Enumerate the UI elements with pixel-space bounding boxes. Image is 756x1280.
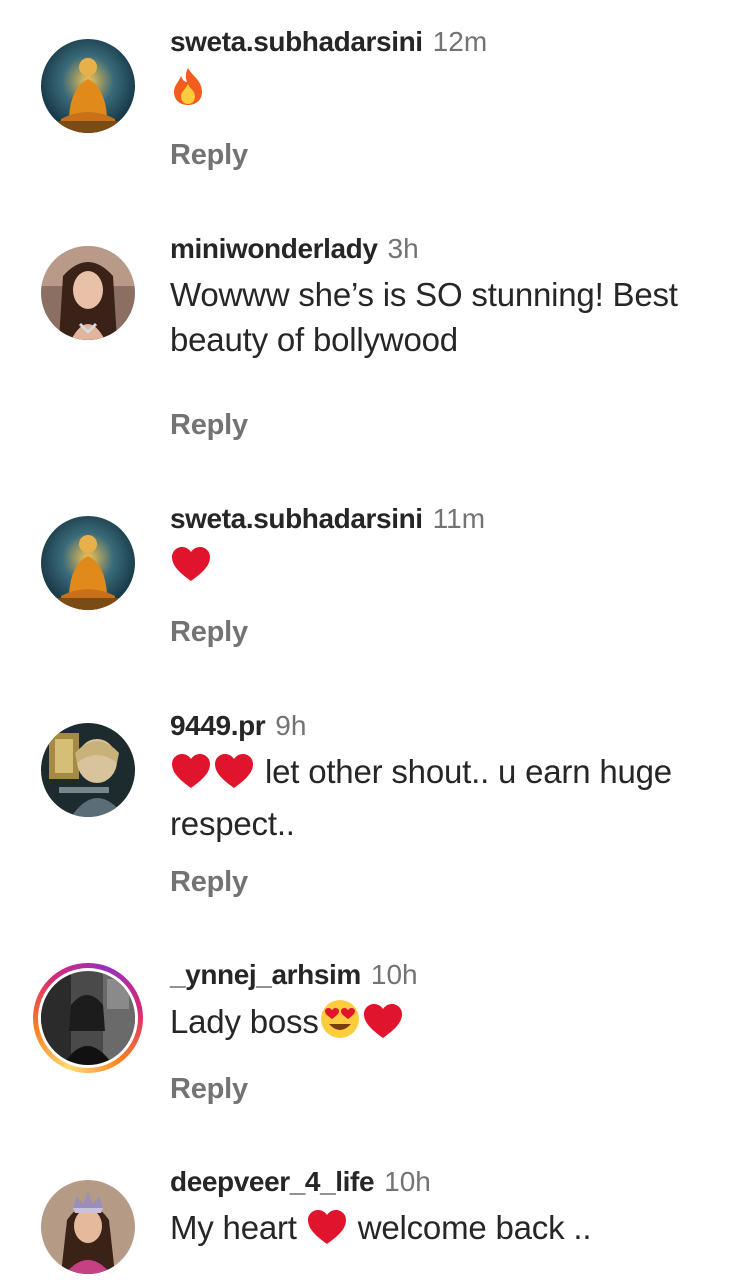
comment-text-line: My heart — [170, 1209, 306, 1246]
comment-username[interactable]: sweta.subhadarsini — [170, 503, 423, 534]
comment-text-line: Lady boss — [170, 1003, 319, 1040]
avatar[interactable] — [41, 1180, 135, 1274]
comment-text — [170, 65, 736, 117]
comment-timestamp: 9h — [275, 710, 307, 741]
red-heart-icon — [213, 752, 255, 801]
woman-avatar-image — [41, 246, 135, 340]
comment-timestamp: 3h — [387, 233, 419, 264]
fire-icon — [170, 66, 206, 117]
comment-text: Lady boss — [170, 998, 736, 1051]
comment-username[interactable]: _ynnej_arhsim — [170, 959, 361, 990]
story-ring[interactable] — [33, 963, 143, 1073]
reply-button[interactable]: Reply — [170, 865, 248, 899]
red-heart-icon — [170, 752, 212, 801]
reply-button[interactable]: Reply — [170, 615, 248, 649]
reply-button[interactable]: Reply — [170, 1072, 248, 1106]
buddha-avatar-image — [41, 516, 135, 610]
avatar[interactable] — [41, 516, 135, 610]
comment-text — [170, 542, 736, 594]
comment-timestamp: 11m — [432, 503, 486, 534]
comment-timestamp: 10h — [384, 1166, 431, 1197]
avatar[interactable] — [41, 971, 135, 1065]
red-heart-icon — [306, 1208, 348, 1257]
red-heart-icon — [362, 1002, 404, 1051]
woman-bw-avatar-image — [41, 971, 135, 1065]
comment-text-line: welcome back .. — [348, 1209, 592, 1246]
buddha-avatar-image — [41, 39, 135, 133]
comment-text: My heart welcome back .. — [170, 1205, 736, 1257]
comment-username[interactable]: miniwonderlady — [170, 233, 378, 264]
comment-text-line: let other shout.. u earn huge — [256, 753, 672, 790]
avatar[interactable] — [41, 39, 135, 133]
child-avatar-image — [41, 723, 135, 817]
comment-text-line: beauty of bollywood — [170, 321, 458, 358]
comment-text: let other shout.. u earn huge respect.. — [170, 749, 736, 846]
comment-username[interactable]: sweta.subhadarsini — [170, 26, 423, 57]
comment-text: Wowww she’s is SO stunning! Best beauty … — [170, 272, 736, 362]
avatar[interactable] — [41, 723, 135, 817]
reply-button[interactable]: Reply — [170, 138, 248, 172]
crowned-woman-avatar-image — [41, 1180, 135, 1274]
comment-timestamp: 10h — [370, 959, 418, 990]
comment-username[interactable]: deepveer_4_life — [170, 1166, 375, 1197]
comment-text-line: Wowww she’s is SO stunning! Best — [170, 276, 678, 313]
comment-username[interactable]: 9449.pr — [170, 710, 266, 741]
red-heart-icon — [170, 545, 212, 594]
comment-timestamp: 12m — [432, 26, 488, 57]
reply-button[interactable]: Reply — [170, 408, 248, 442]
comment-text-line: respect.. — [170, 805, 295, 842]
heart-eyes-icon — [319, 998, 361, 1051]
avatar[interactable] — [41, 246, 135, 340]
